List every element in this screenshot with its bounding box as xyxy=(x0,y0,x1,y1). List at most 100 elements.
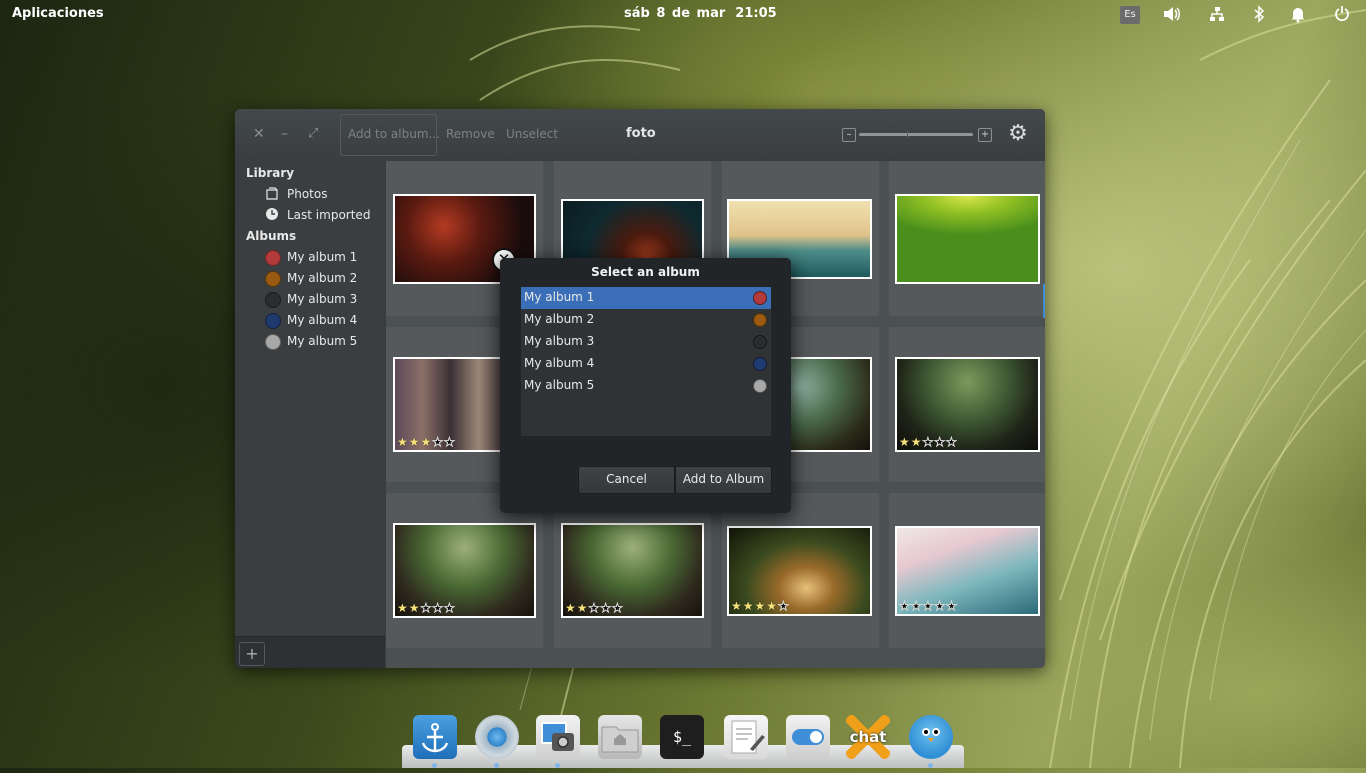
photo-thumbnail: ★★★★★ xyxy=(895,526,1040,616)
album-color-dot xyxy=(265,313,281,329)
window-title: foto xyxy=(626,126,656,141)
album-color-dot xyxy=(265,250,281,266)
sidebar: Library Photos Last imported Albums My a… xyxy=(235,161,385,668)
clock-date: sáb 8 de mar xyxy=(624,6,726,21)
applications-menu[interactable]: Aplicaciones xyxy=(12,6,104,21)
photo-thumbnail: ★★★★★ xyxy=(561,523,704,618)
album-list-item-label: My album 1 xyxy=(524,290,595,304)
settings-toggle-icon[interactable] xyxy=(786,715,830,759)
photo-cell[interactable] xyxy=(889,161,1045,316)
album-list-item-1[interactable]: My album 1 xyxy=(521,287,771,309)
album-list-item-label: My album 3 xyxy=(524,334,595,348)
zoom-in-button[interactable]: + xyxy=(978,128,992,142)
photo-cell[interactable]: ★★★★★ xyxy=(554,493,711,648)
albums-heading: Albums xyxy=(246,229,297,243)
photo-thumbnail: ★★★★★ xyxy=(727,526,872,616)
album-list-item-4[interactable]: My album 4 xyxy=(521,353,771,375)
album-color-dot xyxy=(265,334,281,350)
photo-thumbnail xyxy=(895,194,1040,284)
add-album-button[interactable]: + xyxy=(239,642,265,666)
selection-indicator xyxy=(1043,284,1045,318)
clock-icon xyxy=(265,207,279,221)
running-indicator xyxy=(928,763,933,768)
album-list: My album 1 My album 2 My album 3 My albu… xyxy=(521,287,771,436)
photo-thumbnail: ★★★★★ xyxy=(895,357,1040,452)
album-list-item-2[interactable]: My album 2 xyxy=(521,309,771,331)
select-album-dialog: Select an album My album 1 My album 2 My… xyxy=(500,258,791,513)
zoom-slider[interactable] xyxy=(859,133,973,136)
files-icon[interactable] xyxy=(598,715,642,759)
dialog-title: Select an album xyxy=(591,265,700,279)
library-heading: Library xyxy=(246,166,295,180)
photo-cell[interactable]: ★★★★★ xyxy=(889,327,1045,482)
close-window-icon[interactable]: ✕ xyxy=(253,126,265,142)
chat-icon[interactable]: chat xyxy=(846,715,890,759)
minimize-window-icon[interactable]: – xyxy=(281,126,288,142)
running-indicator xyxy=(432,763,437,768)
photo-thumbnail: ★★★★★ xyxy=(393,523,536,618)
zoom-out-button[interactable]: – xyxy=(842,128,856,142)
album-list-item-label: My album 4 xyxy=(524,356,595,370)
rating-stars[interactable]: ★★★★★ xyxy=(731,599,790,614)
terminal-icon[interactable]: $_ xyxy=(660,715,704,759)
network-icon[interactable] xyxy=(1207,5,1227,23)
anchor-icon[interactable] xyxy=(413,715,457,759)
volume-icon[interactable] xyxy=(1162,5,1182,23)
add-to-album-confirm-button[interactable]: Add to Album xyxy=(675,466,772,494)
rating-stars[interactable]: ★★★★★ xyxy=(899,599,958,614)
sidebar-item-label: My album 2 xyxy=(287,271,358,285)
sidebar-item-label: Last imported xyxy=(287,208,371,222)
clock[interactable]: sáb 8 de mar 21:05 xyxy=(624,6,787,21)
rating-stars[interactable]: ★★★★★ xyxy=(565,601,624,616)
album-color-dot xyxy=(753,291,767,305)
top-panel: Aplicaciones sáb 8 de mar 21:05 Es xyxy=(0,0,1366,28)
photo-cell[interactable]: ★★★★★ xyxy=(722,493,879,648)
album-list-item-3[interactable]: My album 3 xyxy=(521,331,771,353)
album-list-item-label: My album 5 xyxy=(524,378,595,392)
sidebar-item-last-imported[interactable]: Last imported xyxy=(265,206,385,226)
headerbar: ✕ – ⤢ Add to album... Remove Unselect fo… xyxy=(235,109,1045,161)
cancel-button[interactable]: Cancel xyxy=(578,466,675,494)
bluetooth-icon[interactable] xyxy=(1249,5,1269,23)
bird-icon[interactable] xyxy=(909,715,953,759)
remove-button[interactable]: Remove xyxy=(446,127,495,141)
album-color-dot xyxy=(753,335,767,349)
text-editor-icon[interactable] xyxy=(724,715,768,759)
rating-stars[interactable]: ★★★★★ xyxy=(397,435,456,450)
rating-stars[interactable]: ★★★★★ xyxy=(397,601,456,616)
sidebar-item-label: My album 5 xyxy=(287,334,358,348)
sidebar-item-album-1[interactable]: My album 1 xyxy=(265,248,385,268)
running-indicator xyxy=(555,763,560,768)
add-to-album-button[interactable]: Add to album... xyxy=(348,127,440,141)
sidebar-item-album-2[interactable]: My album 2 xyxy=(265,269,385,289)
gear-icon[interactable]: ⚙ xyxy=(1006,122,1030,146)
photo-cell[interactable]: ★★★★★ xyxy=(386,493,543,648)
album-list-item-label: My album 2 xyxy=(524,312,595,326)
sidebar-item-album-5[interactable]: My album 5 xyxy=(265,332,385,352)
sidebar-item-label: My album 1 xyxy=(287,250,358,264)
maximize-window-icon[interactable]: ⤢ xyxy=(308,126,318,141)
album-color-dot xyxy=(753,379,767,393)
album-color-dot xyxy=(753,357,767,371)
keyboard-layout-indicator[interactable]: Es xyxy=(1120,6,1140,24)
photo-cell[interactable]: ★★★★★ xyxy=(889,493,1045,648)
sidebar-item-album-4[interactable]: My album 4 xyxy=(265,311,385,331)
sidebar-item-label: My album 3 xyxy=(287,292,358,306)
running-indicator xyxy=(494,763,499,768)
zoom-slider-mark xyxy=(907,131,908,138)
sidebar-item-photos[interactable]: Photos xyxy=(265,185,385,205)
power-icon[interactable] xyxy=(1332,5,1352,23)
unselect-button[interactable]: Unselect xyxy=(506,127,558,141)
notifications-icon[interactable] xyxy=(1288,5,1308,23)
sidebar-item-label: Photos xyxy=(287,187,328,201)
sidebar-item-album-3[interactable]: My album 3 xyxy=(265,290,385,310)
sidebar-footer: + xyxy=(235,636,385,668)
photos-icon[interactable] xyxy=(536,715,580,759)
photos-icon xyxy=(265,186,279,200)
sidebar-item-label: My album 4 xyxy=(287,313,358,327)
chromium-icon[interactable] xyxy=(475,715,519,759)
album-color-dot xyxy=(753,313,767,327)
rating-stars[interactable]: ★★★★★ xyxy=(899,435,958,450)
clock-time: 21:05 xyxy=(735,6,777,21)
album-list-item-5[interactable]: My album 5 xyxy=(521,375,771,397)
